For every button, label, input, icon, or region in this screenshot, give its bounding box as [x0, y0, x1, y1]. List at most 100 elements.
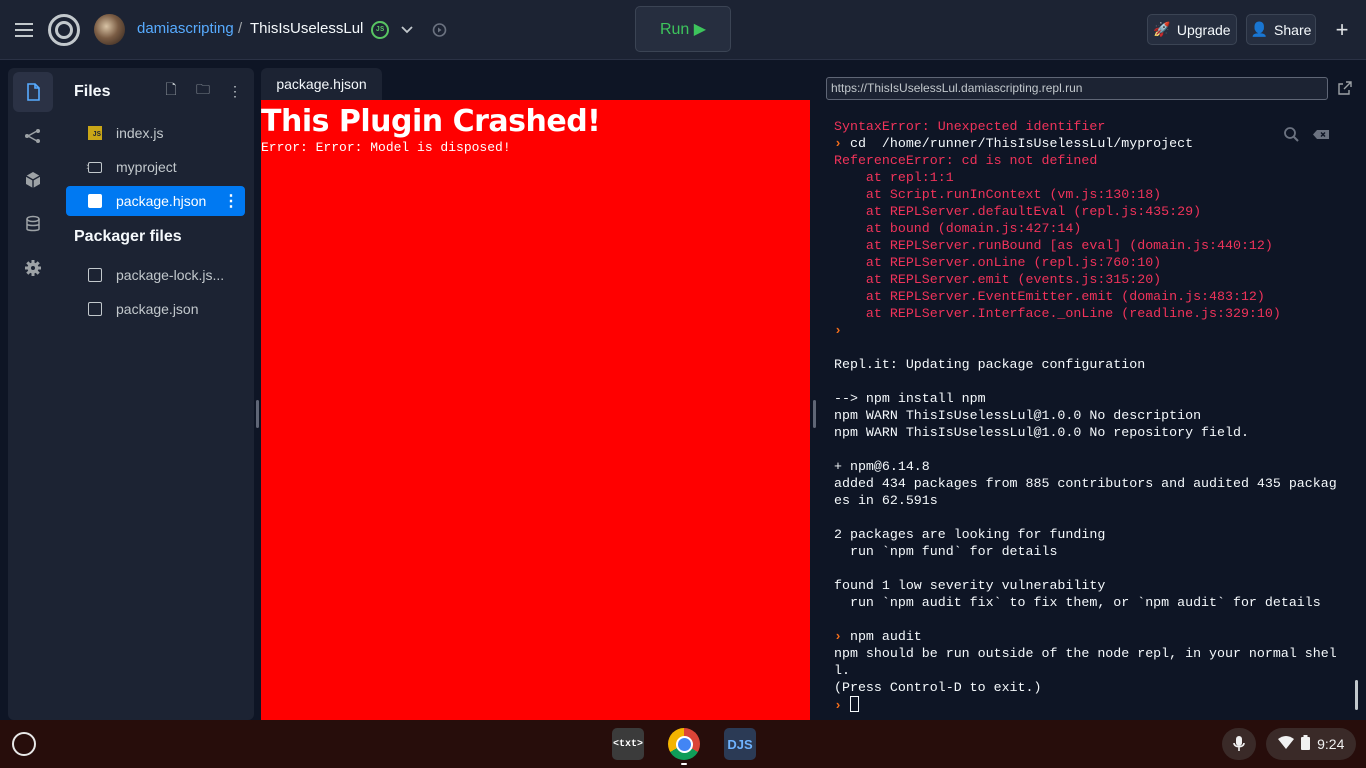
- menu-icon[interactable]: [12, 18, 36, 42]
- launcher-icon[interactable]: [12, 732, 36, 756]
- console-line-text: cd /home/runner/ThisIsUselessLul/myproje…: [849, 136, 1194, 151]
- console-line: found 1 low severity vulnerability: [834, 578, 1106, 593]
- prompt-chevron-icon: ›: [834, 698, 850, 713]
- file-label: package.hjson: [116, 193, 207, 209]
- battery-icon: [1300, 735, 1310, 753]
- more-options-icon[interactable]: ⋮: [226, 82, 244, 100]
- system-tray[interactable]: 9:24: [1266, 728, 1356, 760]
- file-item-index-js[interactable]: JS index.js: [66, 118, 245, 148]
- console-line: l.: [834, 663, 850, 678]
- version-control-icon[interactable]: [13, 116, 53, 156]
- djs-app-icon[interactable]: DJS: [724, 728, 756, 760]
- console-line: run `npm audit fix` to fix them, or `npm…: [834, 595, 1321, 610]
- rocket-icon: 🚀: [1153, 21, 1171, 37]
- console-line: npm WARN ThisIsUselessLul@1.0.0 No repos…: [834, 425, 1249, 440]
- console-line: at bound (domain.js:427:14): [834, 221, 1082, 236]
- file-item-package-hjson[interactable]: package.hjson ⋮: [66, 186, 245, 216]
- chrome-icon[interactable]: [668, 728, 700, 760]
- repl-name[interactable]: ThisIsUselessLul: [250, 20, 363, 37]
- console-line: SyntaxError: Unexpected identifier: [834, 119, 1106, 134]
- top-bar: damiascripting / ThisIsUselessLul JS Run…: [0, 0, 1366, 60]
- prompt-chevron-icon: ›: [834, 323, 850, 338]
- activity-rail: [8, 68, 56, 720]
- chevron-down-icon[interactable]: [398, 20, 416, 38]
- os-shelf: <txt> DJS 9:24: [0, 720, 1366, 768]
- console-line: at Script.runInContext (vm.js:130:18): [834, 187, 1162, 202]
- settings-gear-icon[interactable]: [13, 248, 53, 288]
- new-folder-icon[interactable]: 🗀: [194, 81, 212, 100]
- console-output[interactable]: SyntaxError: Unexpected identifier › cd /…: [834, 118, 1344, 714]
- console-line: --> npm install npm: [834, 391, 986, 406]
- nodejs-icon: JS: [371, 21, 389, 39]
- new-file-icon[interactable]: 🗋: [162, 81, 180, 100]
- console-line: at REPLServer.EventEmitter.emit (domain.…: [834, 289, 1265, 304]
- files-tab-icon[interactable]: [13, 72, 53, 112]
- console-line-text: npm audit: [849, 629, 922, 644]
- clock-time: 9:24: [1317, 736, 1345, 752]
- microphone-icon[interactable]: [1222, 728, 1256, 760]
- crash-title: This Plugin Crashed!: [261, 104, 601, 139]
- folder-item-myproject[interactable]: › myproject: [66, 152, 245, 182]
- avatar[interactable]: [94, 14, 125, 45]
- wifi-icon: [1277, 736, 1294, 752]
- file-label: package-lock.js...: [116, 267, 225, 283]
- prompt-chevron-icon: ›: [834, 136, 850, 151]
- file-item-package-lock[interactable]: package-lock.js...: [66, 260, 245, 290]
- run-button[interactable]: Run ▶: [635, 6, 731, 52]
- console-line: Repl.it: Updating package configuration: [834, 357, 1146, 372]
- folder-label: myproject: [116, 159, 177, 175]
- replit-logo-icon[interactable]: [48, 14, 80, 46]
- pane-resize-handle[interactable]: [256, 400, 259, 428]
- file-icon: [88, 194, 102, 208]
- console-line: at REPLServer.emit (events.js:315:20): [834, 272, 1162, 287]
- console-line: at REPLServer.defaultEval (repl.js:435:2…: [834, 204, 1202, 219]
- file-tree-panel: Files 🗋 🗀 ⋮ JS index.js › myproject pack…: [56, 68, 254, 720]
- open-external-icon[interactable]: [1337, 80, 1353, 96]
- javascript-file-icon: JS: [88, 126, 102, 140]
- console-line: at REPLServer.runBound [as eval] (domain…: [834, 238, 1273, 253]
- history-icon[interactable]: [429, 20, 449, 40]
- database-icon[interactable]: [13, 204, 53, 244]
- add-person-icon: 👤: [1250, 21, 1269, 37]
- tab-package-hjson[interactable]: package.hjson: [261, 68, 382, 100]
- owner-link[interactable]: damiascripting: [137, 20, 234, 37]
- running-indicator: [681, 763, 687, 765]
- folder-icon: [88, 161, 102, 173]
- console-line: ›: [834, 322, 1344, 339]
- packager-files-heading: Packager files: [74, 228, 182, 245]
- file-menu-icon[interactable]: ⋮: [223, 191, 239, 211]
- breadcrumb-separator: /: [238, 20, 243, 37]
- console-line: ReferenceError: cd is not defined: [834, 153, 1098, 168]
- text-app-icon[interactable]: <txt>: [612, 728, 644, 760]
- upgrade-label: Upgrade: [1176, 21, 1231, 38]
- webview-url-field[interactable]: https://ThisIsUselessLul.damiascripting.…: [826, 77, 1328, 100]
- console-line: npm should be run outside of the node re…: [834, 646, 1337, 661]
- console-panel: https://ThisIsUselessLul.damiascripting.…: [818, 68, 1366, 720]
- prompt-chevron-icon: ›: [834, 629, 850, 644]
- console-line: es in 62.591s: [834, 493, 938, 508]
- plus-icon[interactable]: +: [1328, 16, 1356, 44]
- text-cursor[interactable]: [849, 696, 859, 712]
- console-line: run `npm fund` for details: [834, 544, 1058, 559]
- upgrade-button[interactable]: 🚀 Upgrade: [1147, 14, 1237, 45]
- console-line: › npm audit: [834, 628, 1344, 645]
- chevron-right-icon[interactable]: ›: [86, 161, 90, 173]
- packages-icon[interactable]: [13, 160, 53, 200]
- pane-resize-handle[interactable]: [813, 400, 816, 428]
- console-line: ›: [834, 696, 1344, 714]
- share-button[interactable]: 👤 Share: [1246, 14, 1316, 45]
- file-item-package-json[interactable]: package.json: [66, 294, 245, 324]
- console-scrollbar[interactable]: [1355, 680, 1358, 710]
- console-line: at REPLServer.Interface._onLine (readlin…: [834, 306, 1281, 321]
- editor-panel: package.hjson This Plugin Crashed! Error…: [261, 68, 810, 720]
- console-line: at repl:1:1: [834, 170, 954, 185]
- console-line: 2 packages are looking for funding: [834, 527, 1106, 542]
- file-label: package.json: [116, 301, 199, 317]
- plugin-crash-panel: This Plugin Crashed! Error: Error: Model…: [261, 100, 810, 720]
- console-line: › cd /home/runner/ThisIsUselessLul/mypro…: [834, 135, 1344, 152]
